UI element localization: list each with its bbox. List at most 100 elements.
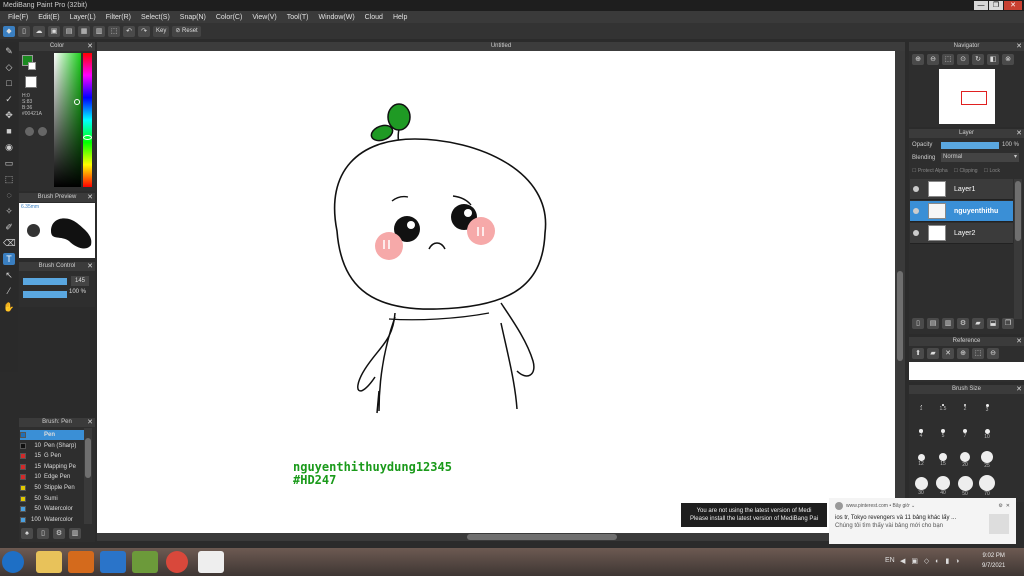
brush-list-item[interactable]: Pen: [20, 430, 84, 440]
lock-checkbox[interactable]: ☐ Lock: [984, 168, 1000, 174]
language-indicator[interactable]: EN: [885, 557, 895, 564]
brush-size-option[interactable]: 4: [911, 423, 931, 439]
fill-rect-tool-icon[interactable]: ■: [3, 125, 15, 137]
menu-cloud[interactable]: Cloud: [360, 14, 388, 21]
navigator-viewport[interactable]: [961, 91, 987, 105]
delete-brush-icon[interactable]: ▥: [69, 528, 81, 539]
eye-icon[interactable]: [913, 230, 919, 236]
transparent-swatch[interactable]: [25, 76, 37, 88]
browser-notification[interactable]: www.pinterest.com • Bây giờ ⌄ ⚙ ✕ ios tr…: [829, 498, 1016, 544]
start-button-icon[interactable]: [2, 551, 24, 573]
close-icon[interactable]: ✕: [87, 418, 93, 427]
fit-icon[interactable]: ⬚: [942, 54, 954, 65]
brush-size-option[interactable]: 12: [911, 449, 931, 467]
blending-select[interactable]: Normal ▾: [941, 153, 1019, 162]
copy-brush-icon[interactable]: ▯: [37, 528, 49, 539]
brush-size-option[interactable]: 7: [955, 423, 975, 439]
brush-list-item[interactable]: 100 Watercolor: [20, 515, 84, 525]
brush-list-item[interactable]: 50 Stipple Pen: [20, 483, 84, 493]
hand-tool-icon[interactable]: ✋: [3, 301, 15, 313]
folder-icon[interactable]: ▰: [972, 318, 984, 329]
brush-size-option[interactable]: 10: [977, 423, 997, 440]
active-app-taskbar-icon[interactable]: [198, 551, 224, 573]
settings-gear-icon[interactable]: ⚙: [998, 503, 1002, 509]
clock[interactable]: 9:02 PM 9/7/2021: [982, 551, 1005, 571]
brush-opacity-slider[interactable]: [23, 291, 67, 298]
chrome-taskbar-icon[interactable]: [166, 551, 188, 573]
canvas-horizontal-scrollbar[interactable]: [97, 533, 895, 541]
close-icon[interactable]: ✕: [87, 42, 93, 51]
new-file-icon[interactable]: ▯: [18, 25, 30, 37]
minimize-button[interactable]: —: [974, 1, 988, 10]
brush-size-option[interactable]: 1: [911, 397, 931, 412]
close-icon[interactable]: ✕: [1016, 42, 1022, 51]
menu-snap[interactable]: Snap(N): [175, 14, 211, 21]
layer-row-nguyenthithu[interactable]: nguyenthithu: [910, 201, 1013, 222]
menu-tool[interactable]: Tool(T): [282, 14, 314, 21]
menu-help[interactable]: Help: [388, 14, 412, 21]
brush-tool-icon[interactable]: ✎: [3, 45, 15, 57]
eye-icon[interactable]: [913, 208, 919, 214]
cloud-icon[interactable]: ☁: [33, 25, 45, 37]
key-button[interactable]: Key: [153, 25, 170, 37]
menu-file[interactable]: File(F): [3, 14, 33, 21]
brush-size-option[interactable]: 3: [977, 397, 997, 413]
close-icon[interactable]: ✕: [87, 262, 93, 271]
menu-window[interactable]: Window(W): [313, 14, 359, 21]
merge-icon[interactable]: ⬓: [987, 318, 999, 329]
new-8bit-layer-icon[interactable]: ▥: [942, 318, 954, 329]
reset-button[interactable]: ⊘ Reset: [172, 25, 201, 37]
eye-icon[interactable]: [913, 186, 919, 192]
flip-icon[interactable]: ◧: [987, 54, 999, 65]
dot-tool-icon[interactable]: ✓: [3, 93, 15, 105]
duplicate-layer-icon[interactable]: ❐: [1002, 318, 1014, 329]
undo-icon[interactable]: ↶: [123, 25, 135, 37]
brush-size-option[interactable]: 20: [955, 449, 975, 468]
new-halftone-layer-icon[interactable]: ▤: [927, 318, 939, 329]
palette-icon[interactable]: [25, 127, 34, 136]
magic-wand-tool-icon[interactable]: ✧: [3, 205, 15, 217]
menu-layer[interactable]: Layer(L): [65, 14, 101, 21]
close-icon[interactable]: ✕: [1016, 129, 1022, 138]
select-pen-tool-icon[interactable]: ✐: [3, 221, 15, 233]
menu-view[interactable]: View(V): [247, 14, 281, 21]
brush-size-option[interactable]: 1.5: [933, 397, 953, 412]
text-tool-icon[interactable]: T: [3, 253, 15, 265]
brush-list-item[interactable]: 10 Pen (Sharp): [20, 441, 84, 451]
brush-size-option[interactable]: 30: [911, 475, 931, 496]
canvas-vertical-scrollbar[interactable]: [895, 51, 905, 533]
brush-settings-icon[interactable]: ⚙: [53, 528, 65, 539]
layer-row-layer2[interactable]: Layer2: [910, 223, 1013, 244]
brush-size-option[interactable]: 25: [977, 449, 997, 469]
redo-icon[interactable]: ↷: [138, 25, 150, 37]
menu-edit[interactable]: Edit(E): [33, 14, 64, 21]
layer-scrollbar[interactable]: [1014, 179, 1022, 319]
move-tool-icon[interactable]: ✥: [3, 109, 15, 121]
navigator-thumbnail[interactable]: [939, 69, 995, 124]
brush-size-option[interactable]: 2: [955, 397, 975, 412]
export-icon[interactable]: ▤: [63, 25, 75, 37]
reference-fit-icon[interactable]: ⬚: [972, 348, 984, 359]
zoom-in-icon[interactable]: ⊕: [912, 54, 924, 65]
close-button[interactable]: ✕: [1004, 1, 1022, 10]
color-picker-icon[interactable]: [38, 127, 47, 136]
layer-settings-icon[interactable]: ⚙: [957, 318, 969, 329]
lasso-tool-icon[interactable]: ◌: [3, 189, 15, 201]
tray-icons[interactable]: ◀ ▣ ◇ ◐ ▮ ◑: [900, 557, 961, 565]
brush-size-option[interactable]: 40: [933, 475, 953, 496]
medibang-taskbar-icon[interactable]: [132, 551, 158, 573]
eyedropper-tool-icon[interactable]: ⁄: [3, 285, 15, 297]
rotate-icon[interactable]: ↻: [972, 54, 984, 65]
shape-tool-icon[interactable]: □: [3, 77, 15, 89]
menu-select[interactable]: Select(S): [136, 14, 175, 21]
zoom-icon[interactable]: ⊙: [957, 54, 969, 65]
close-icon[interactable]: ✕: [1016, 337, 1022, 346]
maximize-button[interactable]: ❐: [989, 1, 1003, 10]
canvas-tab[interactable]: Untitled: [97, 42, 905, 51]
reference-zoom-in-icon[interactable]: ⊕: [957, 348, 969, 359]
menu-color[interactable]: Color(C): [211, 14, 247, 21]
brush-size-value[interactable]: 145: [71, 276, 89, 286]
eraser-tool-icon[interactable]: ◇: [3, 61, 15, 73]
reference-close-icon[interactable]: ✕: [942, 348, 954, 359]
brush-size-option[interactable]: 50: [955, 475, 975, 497]
